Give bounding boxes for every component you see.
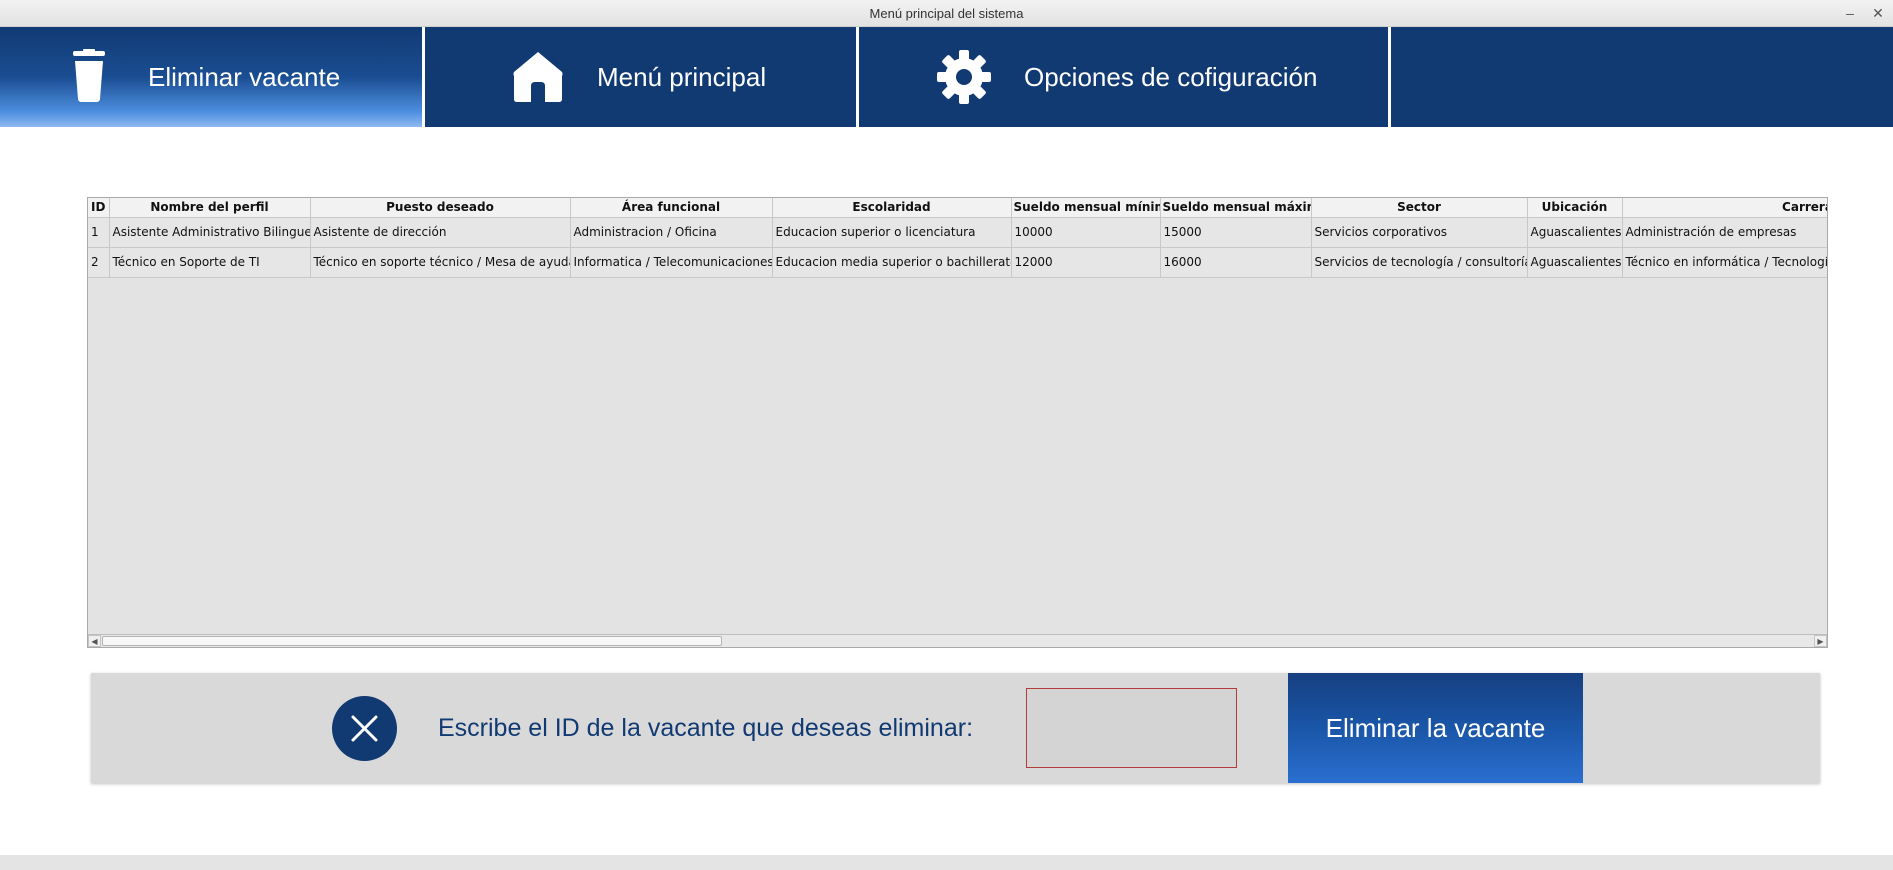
table-cell[interactable]: Educacion superior o licenciatura — [772, 217, 1012, 248]
table-cell[interactable]: 2 — [88, 247, 110, 278]
vacancy-id-input[interactable] — [1026, 688, 1237, 768]
table-cell[interactable]: Servicios corporativos — [1311, 217, 1528, 248]
table-cell[interactable]: Informatica / Telecomunicaciones — [570, 247, 773, 278]
column-header-max-salary[interactable]: Sueldo mensual máximo — [1160, 198, 1312, 218]
column-header-location[interactable]: Ubicación — [1527, 198, 1623, 218]
column-header-education[interactable]: Escolaridad — [772, 198, 1012, 218]
window-title: Menú principal del sistema — [869, 6, 1024, 21]
table-cell[interactable]: Aguascalientes — [1527, 247, 1623, 278]
table-cell[interactable]: Aguascalientes — [1527, 217, 1623, 248]
nav-delete-vacancy-label: Eliminar vacante — [148, 62, 341, 92]
table-cell[interactable]: Técnico en Soporte de TI — [109, 247, 311, 278]
table-cell[interactable]: Técnico en informática / Tecnologías de … — [1622, 247, 1827, 278]
close-circle-icon — [332, 696, 397, 761]
nav-main-menu[interactable]: Menú principal — [425, 27, 856, 127]
vacancies-table[interactable]: ID Nombre del perfil Puesto deseado Área… — [87, 197, 1828, 648]
table-row[interactable]: 2 Técnico en Soporte de TI Técnico en so… — [88, 247, 1827, 278]
horizontal-scrollbar[interactable]: ◀ ▶ — [88, 634, 1827, 647]
nav-main-menu-label: Menú principal — [597, 62, 767, 92]
table-cell[interactable]: Asistente Administrativo Bilingue — [109, 217, 311, 248]
table-cell[interactable]: Técnico en soporte técnico / Mesa de ayu… — [310, 247, 571, 278]
table-cell[interactable]: Servicios de tecnología / consultoría — [1311, 247, 1528, 278]
table-cell[interactable]: 16000 — [1160, 247, 1312, 278]
table-row[interactable]: 1 Asistente Administrativo Bilingue Asis… — [88, 217, 1827, 248]
delete-id-prompt: Escribe el ID de la vacante que deseas e… — [438, 714, 974, 742]
table-cell[interactable]: 10000 — [1011, 217, 1161, 248]
top-navigation: Eliminar vacante Menú principal Opciones… — [0, 27, 1893, 127]
table-cell[interactable]: 1 — [88, 217, 110, 248]
column-header-functional-area[interactable]: Área funcional — [570, 198, 773, 218]
delete-vacancy-panel: Escribe el ID de la vacante que deseas e… — [91, 673, 1820, 783]
home-icon — [510, 49, 566, 105]
scrollbar-thumb[interactable] — [102, 636, 722, 646]
table-cell[interactable]: Educacion media superior o bachillerato — [772, 247, 1012, 278]
gear-icon — [936, 49, 992, 105]
nav-settings-label: Opciones de cofiguración — [1024, 62, 1318, 92]
table-header-row: ID Nombre del perfil Puesto deseado Área… — [88, 198, 1827, 218]
table-cell[interactable]: 15000 — [1160, 217, 1312, 248]
nav-delete-vacancy[interactable]: Eliminar vacante — [0, 27, 422, 127]
column-header-min-salary[interactable]: Sueldo mensual mínimo — [1011, 198, 1161, 218]
trash-icon — [61, 49, 117, 105]
column-header-career[interactable]: Carrera — [1622, 198, 1827, 218]
status-bar — [0, 855, 1893, 870]
column-header-profile-name[interactable]: Nombre del perfil — [109, 198, 311, 218]
column-header-desired-position[interactable]: Puesto deseado — [310, 198, 571, 218]
table-cell[interactable]: Asistente de dirección — [310, 217, 571, 248]
table-cell[interactable]: Administración de empresas — [1622, 217, 1827, 248]
nav-settings[interactable]: Opciones de cofiguración — [859, 27, 1388, 127]
close-window-button[interactable]: ✕ — [1868, 3, 1888, 23]
column-header-id[interactable]: ID — [88, 198, 110, 218]
delete-vacancy-button[interactable]: Eliminar la vacante — [1288, 673, 1583, 783]
table-cell[interactable]: 12000 — [1011, 247, 1161, 278]
window-titlebar: Menú principal del sistema – ✕ — [0, 0, 1893, 27]
column-header-sector[interactable]: Sector — [1311, 198, 1528, 218]
nav-divider — [1388, 27, 1391, 127]
minimize-button[interactable]: – — [1840, 3, 1860, 23]
scroll-right-arrow-icon[interactable]: ▶ — [1814, 635, 1827, 647]
table-cell[interactable]: Administracion / Oficina — [570, 217, 773, 248]
scroll-left-arrow-icon[interactable]: ◀ — [88, 635, 101, 647]
